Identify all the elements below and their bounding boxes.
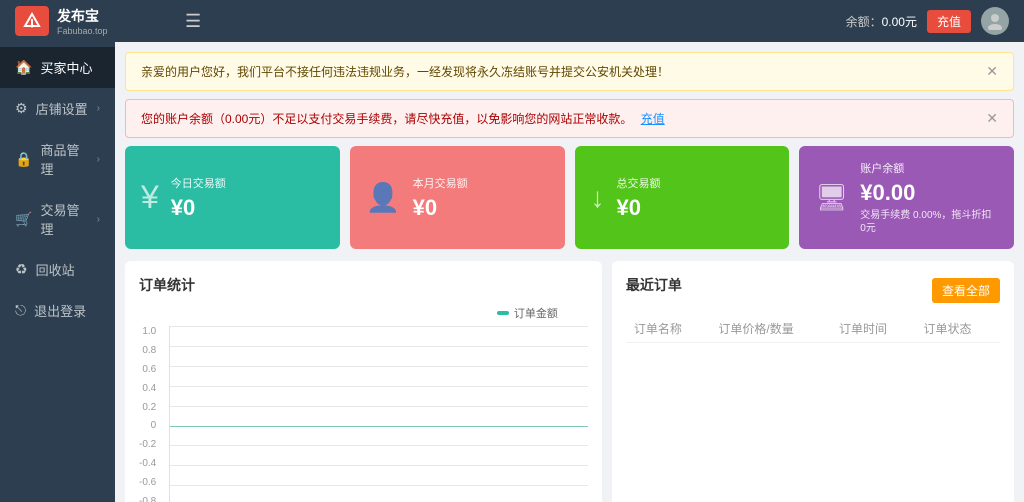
logo-sub: Fabubao.top xyxy=(57,26,108,36)
cart-icon: 🛒 xyxy=(15,211,32,228)
orders-table: 订单名称 订单价格/数量 订单时间 订单状态 xyxy=(626,315,1000,343)
sidebar-label-product-mgmt: 商品管理 xyxy=(40,140,88,178)
sidebar-label-logout: 退出登录 xyxy=(34,301,86,320)
monitor-icon: 🖥 xyxy=(815,182,848,213)
stat-total-info: 总交易额 ¥0 xyxy=(617,175,774,221)
download-icon: ↓ xyxy=(591,182,605,214)
stat-balance-value: ¥0.00 xyxy=(860,180,998,206)
topbar-recharge-button[interactable]: 充值 xyxy=(927,10,971,33)
chart-area xyxy=(169,326,588,502)
logo-area: 发布宝 Fabubao.top xyxy=(15,6,175,36)
stat-balance-note: 交易手续费 0.00%，拖斗折扣 0元 xyxy=(860,209,998,235)
col-order-price: 订单价格/数量 xyxy=(710,315,831,343)
stat-card-total: ↓ 总交易额 ¥0 xyxy=(575,146,790,249)
sidebar-item-recycle[interactable]: ♻ 回收站 xyxy=(0,249,115,290)
alert-warning-text: 亲爱的用户您好，我们平台不接任何违法违规业务，一经发现将永久冻结账号并提交公安机… xyxy=(141,63,669,80)
content-area: 亲爱的用户您好，我们平台不接任何违法违规业务，一经发现将永久冻结账号并提交公安机… xyxy=(115,42,1024,502)
sidebar-label-store-settings: 店铺设置 xyxy=(36,99,88,118)
view-all-button[interactable]: 查看全部 xyxy=(932,278,1000,303)
alert-balance-link[interactable]: 充值 xyxy=(641,112,665,126)
home-icon: 🏠 xyxy=(15,59,32,76)
topbar-right: 余额：0.00元 充值 xyxy=(846,7,1009,35)
alert-balance: 您的账户余额（0.00元）不足以支付交易手续费，请尽快充值，以免影响您的网站正常… xyxy=(125,99,1014,138)
sidebar-item-buyer-center[interactable]: 🏠 买家中心 xyxy=(0,47,115,88)
orders-title: 最近订单 xyxy=(626,275,682,295)
stat-today-value: ¥0 xyxy=(171,195,324,221)
zero-line xyxy=(170,426,588,427)
sidebar-item-product-mgmt[interactable]: 🔒 商品管理 › xyxy=(0,129,115,189)
logo-name: 发布宝 xyxy=(57,6,108,26)
topbar: 发布宝 Fabubao.top ☰ 余额：0.00元 充值 xyxy=(0,0,1024,42)
col-order-status: 订单状态 xyxy=(915,315,1000,343)
alert-warning: 亲爱的用户您好，我们平台不接任何违法违规业务，一经发现将永久冻结账号并提交公安机… xyxy=(125,52,1014,91)
stat-monthly-value: ¥0 xyxy=(413,195,549,221)
sidebar-item-logout[interactable]: ⎋ 退出登录 xyxy=(0,290,115,331)
chevron-right-icon3: › xyxy=(97,214,100,225)
stat-card-monthly: 👤 本月交易额 ¥0 xyxy=(350,146,565,249)
stat-balance-info: 账户余额 ¥0.00 交易手续费 0.00%，拖斗折扣 0元 xyxy=(860,160,998,235)
logout-icon: ⎋ xyxy=(15,302,26,319)
bottom-row: 订单统计 订单金额 1.0 0.8 0.6 0.4 0.2 0 -0.2 -0.… xyxy=(125,261,1014,502)
main-layout: 🏠 买家中心 ⚙ 店铺设置 › 🔒 商品管理 › 🛒 交易管理 › ♻ 回收站 … xyxy=(0,42,1024,502)
stat-card-balance: 🖥 账户余额 ¥0.00 交易手续费 0.00%，拖斗折扣 0元 xyxy=(799,146,1014,249)
stat-monthly-info: 本月交易额 ¥0 xyxy=(413,175,549,221)
alert-warning-close[interactable]: ✕ xyxy=(986,63,998,80)
table-header-row: 订单名称 订单价格/数量 订单时间 订单状态 xyxy=(626,315,1000,343)
logo-icon xyxy=(22,11,42,31)
col-order-name: 订单名称 xyxy=(626,315,711,343)
alert-balance-close[interactable]: ✕ xyxy=(986,110,998,127)
sidebar-label-buyer-center: 买家中心 xyxy=(40,58,92,77)
grid xyxy=(170,326,588,502)
balance-label: 余额：0.00元 xyxy=(846,13,917,30)
logo-text-area: 发布宝 Fabubao.top xyxy=(57,6,108,36)
sidebar: 🏠 买家中心 ⚙ 店铺设置 › 🔒 商品管理 › 🛒 交易管理 › ♻ 回收站 … xyxy=(0,42,115,502)
stat-total-value: ¥0 xyxy=(617,195,774,221)
stat-card-today: ¥ 今日交易额 ¥0 xyxy=(125,146,340,249)
chevron-right-icon2: › xyxy=(97,154,100,165)
chevron-right-icon: › xyxy=(97,103,100,114)
stat-cards: ¥ 今日交易额 ¥0 👤 本月交易额 ¥0 ↓ 总交易额 ¥0 xyxy=(125,146,1014,249)
stat-total-label: 总交易额 xyxy=(617,175,774,191)
avatar xyxy=(981,7,1009,35)
sidebar-label-recycle: 回收站 xyxy=(36,260,75,279)
alert-balance-text: 您的账户余额（0.00元）不足以支付交易手续费，请尽快充值，以免影响您的网站正常… xyxy=(141,110,665,127)
person-icon: 👤 xyxy=(366,181,401,214)
chart-legend: 订单金额 xyxy=(139,305,558,321)
orders-header: 最近订单 查看全部 xyxy=(626,275,1000,305)
stat-monthly-label: 本月交易额 xyxy=(413,175,549,191)
col-order-time: 订单时间 xyxy=(831,315,916,343)
sidebar-label-transaction: 交易管理 xyxy=(40,200,88,238)
stat-today-info: 今日交易额 ¥0 xyxy=(171,175,324,221)
sidebar-item-transaction-mgmt[interactable]: 🛒 交易管理 › xyxy=(0,189,115,249)
legend-dot xyxy=(497,311,509,315)
hamburger-button[interactable]: ☰ xyxy=(185,11,201,32)
recycle-icon: ♻ xyxy=(15,261,28,278)
yen-icon: ¥ xyxy=(141,179,159,216)
order-chart-panel: 订单统计 订单金额 1.0 0.8 0.6 0.4 0.2 0 -0.2 -0.… xyxy=(125,261,602,502)
legend-label: 订单金额 xyxy=(514,305,558,321)
chart-wrapper: 1.0 0.8 0.6 0.4 0.2 0 -0.2 -0.4 -0.6 -0.… xyxy=(169,326,588,502)
sidebar-item-store-settings[interactable]: ⚙ 店铺设置 › xyxy=(0,88,115,129)
lock-icon: 🔒 xyxy=(15,151,32,168)
gear-icon: ⚙ xyxy=(15,100,28,117)
stat-balance-label: 账户余额 xyxy=(860,160,998,176)
recent-orders-panel: 最近订单 查看全部 订单名称 订单价格/数量 订单时间 订单状态 xyxy=(612,261,1014,502)
y-axis: 1.0 0.8 0.6 0.4 0.2 0 -0.2 -0.4 -0.6 -0.… xyxy=(139,326,156,502)
chart-panel-title: 订单统计 xyxy=(139,275,588,295)
logo-box xyxy=(15,6,49,36)
stat-today-label: 今日交易额 xyxy=(171,175,324,191)
